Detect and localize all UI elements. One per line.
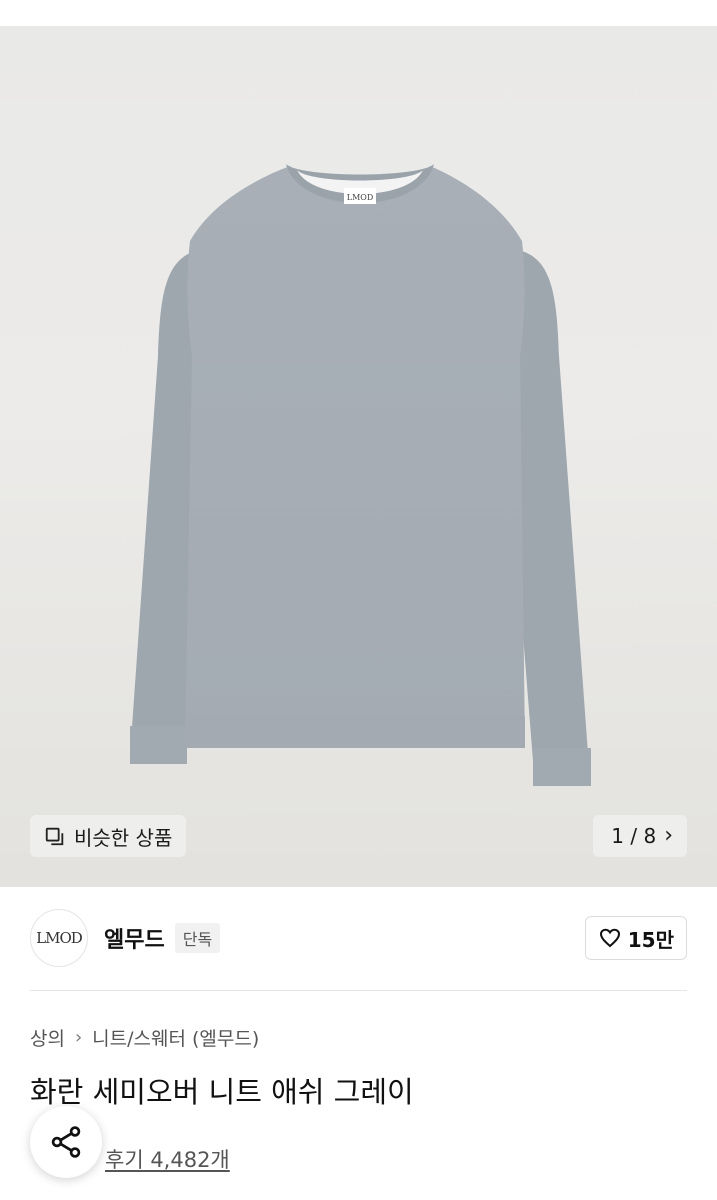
pager-count: 1 / 8 <box>611 824 657 848</box>
chevron-right-icon: › <box>664 823 673 848</box>
brand-logo[interactable]: LMOD <box>30 909 88 967</box>
product-logo-label: LMOD <box>347 193 373 202</box>
brand-row: LMOD 엘무드 단독 15만 <box>30 908 687 968</box>
product-image-gallery[interactable]: LMOD 비슷한 상품 1 / 8 › <box>0 26 717 887</box>
heart-outline-icon <box>599 928 620 948</box>
image-pager[interactable]: 1 / 8 › <box>593 815 687 857</box>
similar-products-button[interactable]: 비슷한 상품 <box>30 815 187 857</box>
like-count: 15만 <box>627 927 674 952</box>
breadcrumb: 상의 › 니트/스웨터 (엘무드) <box>30 1024 259 1051</box>
brand-name[interactable]: 엘무드 <box>104 922 165 954</box>
share-icon <box>51 1126 81 1158</box>
top-strip <box>0 0 717 26</box>
exclusive-badge: 단독 <box>174 923 221 953</box>
similar-products-icon <box>45 827 64 846</box>
product-title: 화란 세미오버 니트 애쉬 그레이 <box>30 1075 414 1109</box>
breadcrumb-item-subcategory[interactable]: 니트/스웨터 (엘무드) <box>92 1024 259 1051</box>
product-image: LMOD <box>130 164 591 786</box>
similar-products-label: 비슷한 상품 <box>74 825 173 850</box>
like-button[interactable]: 15만 <box>584 916 687 960</box>
breadcrumb-item-category[interactable]: 상의 <box>30 1024 65 1051</box>
divider <box>30 990 687 991</box>
chevron-right-icon: › <box>74 1027 83 1048</box>
reviews-link[interactable]: 후기 4,482개 <box>105 1144 230 1174</box>
brand-logo-text: LMOD <box>36 929 83 947</box>
share-button[interactable] <box>30 1106 102 1178</box>
